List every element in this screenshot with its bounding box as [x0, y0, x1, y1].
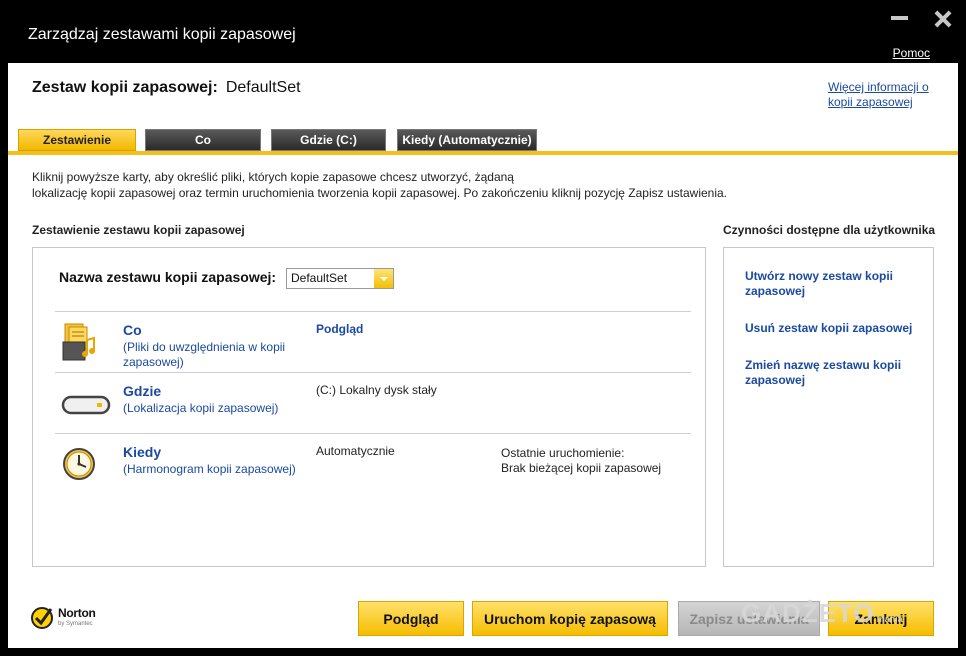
close-icon[interactable] — [933, 10, 953, 28]
norton-brand: Norton — [58, 606, 96, 620]
summary-title: Zestawienie zestawu kopii zapasowej — [32, 223, 245, 237]
app-window: Zarządzaj zestawami kopii zapasowej Pomo… — [0, 0, 966, 656]
row-when-value: Automatycznie — [316, 444, 395, 458]
create-set-link[interactable]: Utwórz nowy zestaw kopii zapasowej — [745, 269, 915, 299]
drive-icon — [61, 395, 111, 415]
chevron-down-icon[interactable] — [374, 269, 393, 288]
row-what-title[interactable]: Co — [123, 322, 142, 338]
row-where-value: (C:) Lokalny dysk stały — [316, 383, 437, 397]
delete-set-link[interactable]: Usuń zestaw kopii zapasowej — [745, 321, 915, 336]
more-info-link[interactable]: Więcej informacji o kopii zapasowej — [828, 80, 943, 110]
window-title: Zarządzaj zestawami kopii zapasowej — [28, 26, 296, 43]
files-icon — [62, 323, 95, 361]
set-name-label: Nazwa zestawu kopii zapasowej: — [59, 269, 277, 285]
rename-set-link[interactable]: Zmień nazwę zestawu kopii zapasowej — [745, 358, 915, 388]
norton-brand-sub: by Symantec — [58, 621, 93, 627]
title-bar: Zarządzaj zestawami kopii zapasowej Pomo… — [0, 0, 966, 63]
set-label: Zestaw kopii zapasowej: — [32, 79, 218, 96]
tab-summary[interactable]: Zestawienie — [18, 129, 136, 151]
row-where-title[interactable]: Gdzie — [123, 383, 161, 399]
tab-where[interactable]: Gdzie (C:) — [271, 129, 386, 151]
set-header: Zestaw kopii zapasowej: DefaultSet — [32, 79, 301, 97]
tab-underline — [8, 151, 958, 155]
watermark-text: GADŻETO — [741, 598, 875, 628]
last-run-value: Brak bieżącej kopii zapasowej — [501, 461, 662, 475]
set-name-dropdown-value: DefaultSet — [291, 271, 348, 285]
preview-button[interactable]: Podgląd — [358, 601, 464, 636]
watermark-small: mania — [876, 614, 903, 624]
intro-text: Kliknij powyższe karty, aby określić pli… — [32, 169, 932, 201]
set-name: DefaultSet — [225, 79, 301, 96]
row-what-subtitle[interactable]: (Pliki do uwzględnienia w kopii zapasowe… — [123, 340, 303, 370]
intro-line-2: lokalizację kopii zapasowej oraz termin … — [32, 186, 728, 200]
norton-check-icon — [31, 607, 53, 629]
tab-when[interactable]: Kiedy (Automatycznie) — [397, 129, 537, 151]
summary-row-when: Kiedy (Harmonogram kopii zapasowej) Auto… — [55, 433, 691, 494]
actions-title: Czynności dostępne dla użytkownika — [723, 223, 936, 237]
intro-line-1: Kliknij powyższe karty, aby określić pli… — [32, 170, 514, 184]
row-when-title[interactable]: Kiedy — [123, 444, 161, 460]
summary-row-where: Gdzie (Lokalizacja kopii zapasowej) (C:)… — [55, 372, 691, 433]
norton-logo: Norton by Symantec — [30, 603, 110, 633]
clock-icon — [63, 448, 95, 480]
row-when-subtitle[interactable]: (Harmonogram kopii zapasowej) — [123, 462, 303, 477]
summary-row-what: Co (Pliki do uwzględnienia w kopii zapas… — [55, 311, 691, 372]
summary-panel: Nazwa zestawu kopii zapasowej: DefaultSe… — [32, 247, 706, 567]
actions-panel: Utwórz nowy zestaw kopii zapasowej Usuń … — [723, 247, 934, 567]
help-link[interactable]: Pomoc — [893, 46, 930, 60]
client-area: Zestaw kopii zapasowej: DefaultSet Więcej… — [8, 63, 958, 648]
tab-what[interactable]: Co — [145, 129, 261, 151]
row-where-subtitle[interactable]: (Lokalizacja kopii zapasowej) — [123, 401, 303, 416]
set-name-dropdown[interactable]: DefaultSet — [286, 268, 394, 289]
last-run-info: Ostatnie uruchomienie: Brak bieżącej kop… — [501, 446, 661, 476]
minimize-icon[interactable] — [890, 10, 910, 28]
run-backup-button[interactable]: Uruchom kopię zapasową — [472, 601, 668, 636]
preview-link[interactable]: Podgląd — [316, 322, 363, 336]
watermark: GADŻETO mania — [741, 598, 903, 629]
last-run-label: Ostatnie uruchomienie: — [501, 446, 625, 460]
